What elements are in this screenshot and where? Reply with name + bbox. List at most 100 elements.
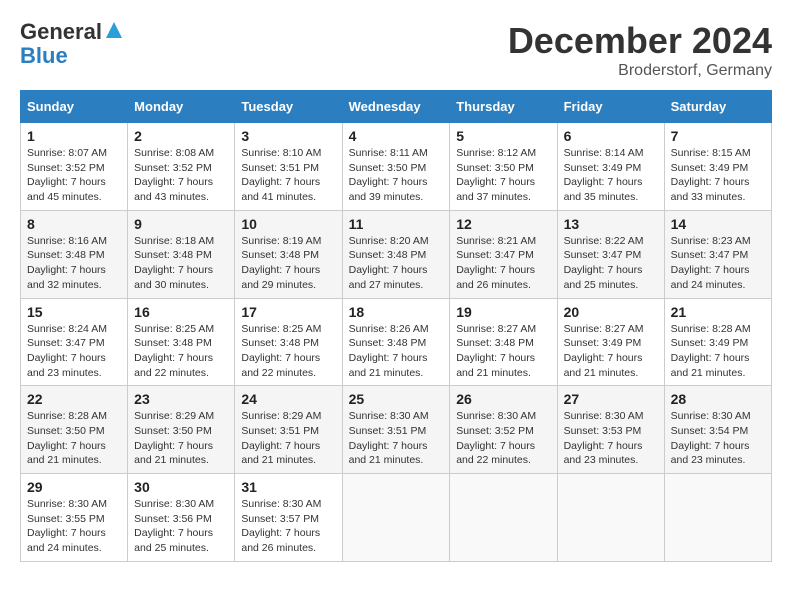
calendar-cell [342, 474, 450, 562]
calendar-week-row: 15 Sunrise: 8:24 AMSunset: 3:47 PMDayligh… [21, 298, 772, 386]
day-number: 29 [27, 479, 121, 495]
calendar-header-row: SundayMondayTuesdayWednesdayThursdayFrid… [21, 91, 772, 123]
calendar-cell: 4 Sunrise: 8:11 AMSunset: 3:50 PMDaylight… [342, 123, 450, 211]
calendar-cell [664, 474, 771, 562]
day-info: Sunrise: 8:20 AMSunset: 3:48 PMDaylight:… [349, 234, 444, 293]
day-info: Sunrise: 8:24 AMSunset: 3:47 PMDaylight:… [27, 322, 121, 381]
day-info: Sunrise: 8:30 AMSunset: 3:52 PMDaylight:… [456, 409, 550, 468]
day-info: Sunrise: 8:30 AMSunset: 3:53 PMDaylight:… [564, 409, 658, 468]
calendar-table: SundayMondayTuesdayWednesdayThursdayFrid… [20, 90, 772, 562]
logo-text-blue: Blue [20, 44, 124, 68]
day-number: 20 [564, 304, 658, 320]
calendar-cell: 6 Sunrise: 8:14 AMSunset: 3:49 PMDaylight… [557, 123, 664, 211]
day-number: 10 [241, 216, 335, 232]
day-info: Sunrise: 8:29 AMSunset: 3:51 PMDaylight:… [241, 409, 335, 468]
calendar-cell: 8 Sunrise: 8:16 AMSunset: 3:48 PMDaylight… [21, 210, 128, 298]
day-info: Sunrise: 8:30 AMSunset: 3:57 PMDaylight:… [241, 497, 335, 556]
day-number: 4 [349, 128, 444, 144]
day-info: Sunrise: 8:21 AMSunset: 3:47 PMDaylight:… [456, 234, 550, 293]
day-number: 9 [134, 216, 228, 232]
day-number: 31 [241, 479, 335, 495]
month-title: December 2024 [508, 20, 772, 62]
logo-text-general: General [20, 20, 102, 44]
day-header-saturday: Saturday [664, 91, 771, 123]
day-number: 30 [134, 479, 228, 495]
calendar-cell: 23Sunrise: 8:29 AMSunset: 3:50 PMDayligh… [128, 386, 235, 474]
calendar-cell: 1Sunrise: 8:07 AMSunset: 3:52 PMDaylight… [21, 123, 128, 211]
day-number: 15 [27, 304, 121, 320]
day-number: 19 [456, 304, 550, 320]
location-subtitle: Broderstorf, Germany [508, 62, 772, 80]
day-header-friday: Friday [557, 91, 664, 123]
calendar-cell: 2Sunrise: 8:08 AMSunset: 3:52 PMDaylight… [128, 123, 235, 211]
calendar-week-row: 1Sunrise: 8:07 AMSunset: 3:52 PMDaylight… [21, 123, 772, 211]
day-number: 16 [134, 304, 228, 320]
calendar-cell: 12 Sunrise: 8:21 AMSunset: 3:47 PMDayligh… [450, 210, 557, 298]
day-info: Sunrise: 8:11 AMSunset: 3:50 PMDaylight:… [349, 146, 444, 205]
day-info: Sunrise: 8:23 AMSunset: 3:47 PMDaylight:… [671, 234, 765, 293]
calendar-cell: 5 Sunrise: 8:12 AMSunset: 3:50 PMDaylight… [450, 123, 557, 211]
logo: General Blue [20, 20, 124, 68]
day-header-sunday: Sunday [21, 91, 128, 123]
day-header-tuesday: Tuesday [235, 91, 342, 123]
day-number: 2 [134, 128, 228, 144]
day-info: Sunrise: 8:19 AMSunset: 3:48 PMDaylight:… [241, 234, 335, 293]
day-number: 13 [564, 216, 658, 232]
day-number: 8 [27, 216, 121, 232]
day-info: Sunrise: 8:07 AMSunset: 3:52 PMDaylight:… [27, 146, 121, 205]
calendar-cell: 30 Sunrise: 8:30 AMSunset: 3:56 PMDayligh… [128, 474, 235, 562]
day-number: 26 [456, 391, 550, 407]
day-number: 7 [671, 128, 765, 144]
calendar-cell: 20 Sunrise: 8:27 AMSunset: 3:49 PMDayligh… [557, 298, 664, 386]
day-number: 17 [241, 304, 335, 320]
calendar-cell: 29Sunrise: 8:30 AMSunset: 3:55 PMDayligh… [21, 474, 128, 562]
calendar-cell: 28 Sunrise: 8:30 AMSunset: 3:54 PMDayligh… [664, 386, 771, 474]
day-info: Sunrise: 8:25 AMSunset: 3:48 PMDaylight:… [134, 322, 228, 381]
day-info: Sunrise: 8:28 AMSunset: 3:50 PMDaylight:… [27, 409, 121, 468]
calendar-week-row: 8 Sunrise: 8:16 AMSunset: 3:48 PMDaylight… [21, 210, 772, 298]
page-header: General Blue December 2024 Broderstorf, … [20, 20, 772, 80]
day-number: 11 [349, 216, 444, 232]
calendar-cell: 27 Sunrise: 8:30 AMSunset: 3:53 PMDayligh… [557, 386, 664, 474]
calendar-cell: 16 Sunrise: 8:25 AMSunset: 3:48 PMDayligh… [128, 298, 235, 386]
day-number: 25 [349, 391, 444, 407]
day-number: 14 [671, 216, 765, 232]
calendar-cell: 9Sunrise: 8:18 AMSunset: 3:48 PMDaylight… [128, 210, 235, 298]
calendar-cell: 3 Sunrise: 8:10 AMSunset: 3:51 PMDaylight… [235, 123, 342, 211]
day-info: Sunrise: 8:30 AMSunset: 3:56 PMDaylight:… [134, 497, 228, 556]
day-info: Sunrise: 8:12 AMSunset: 3:50 PMDaylight:… [456, 146, 550, 205]
day-header-wednesday: Wednesday [342, 91, 450, 123]
day-info: Sunrise: 8:30 AMSunset: 3:54 PMDaylight:… [671, 409, 765, 468]
day-info: Sunrise: 8:14 AMSunset: 3:49 PMDaylight:… [564, 146, 658, 205]
day-info: Sunrise: 8:15 AMSunset: 3:49 PMDaylight:… [671, 146, 765, 205]
calendar-cell: 11 Sunrise: 8:20 AMSunset: 3:48 PMDayligh… [342, 210, 450, 298]
calendar-cell [450, 474, 557, 562]
calendar-cell: 13 Sunrise: 8:22 AMSunset: 3:47 PMDayligh… [557, 210, 664, 298]
day-number: 18 [349, 304, 444, 320]
calendar-week-row: 22Sunrise: 8:28 AMSunset: 3:50 PMDayligh… [21, 386, 772, 474]
logo-arrow-icon [104, 20, 124, 40]
day-number: 28 [671, 391, 765, 407]
day-number: 3 [241, 128, 335, 144]
day-info: Sunrise: 8:10 AMSunset: 3:51 PMDaylight:… [241, 146, 335, 205]
day-info: Sunrise: 8:27 AMSunset: 3:49 PMDaylight:… [564, 322, 658, 381]
day-info: Sunrise: 8:25 AMSunset: 3:48 PMDaylight:… [241, 322, 335, 381]
day-info: Sunrise: 8:28 AMSunset: 3:49 PMDaylight:… [671, 322, 765, 381]
day-number: 24 [241, 391, 335, 407]
calendar-cell: 19Sunrise: 8:27 AMSunset: 3:48 PMDayligh… [450, 298, 557, 386]
calendar-cell: 15 Sunrise: 8:24 AMSunset: 3:47 PMDayligh… [21, 298, 128, 386]
day-number: 6 [564, 128, 658, 144]
day-info: Sunrise: 8:22 AMSunset: 3:47 PMDaylight:… [564, 234, 658, 293]
day-info: Sunrise: 8:16 AMSunset: 3:48 PMDaylight:… [27, 234, 121, 293]
day-number: 12 [456, 216, 550, 232]
calendar-cell: 18Sunrise: 8:26 AMSunset: 3:48 PMDayligh… [342, 298, 450, 386]
day-number: 5 [456, 128, 550, 144]
day-number: 23 [134, 391, 228, 407]
calendar-cell [557, 474, 664, 562]
day-number: 21 [671, 304, 765, 320]
calendar-cell: 7 Sunrise: 8:15 AMSunset: 3:49 PMDaylight… [664, 123, 771, 211]
day-header-thursday: Thursday [450, 91, 557, 123]
calendar-cell: 17 Sunrise: 8:25 AMSunset: 3:48 PMDayligh… [235, 298, 342, 386]
calendar-cell: 21 Sunrise: 8:28 AMSunset: 3:49 PMDayligh… [664, 298, 771, 386]
day-number: 27 [564, 391, 658, 407]
